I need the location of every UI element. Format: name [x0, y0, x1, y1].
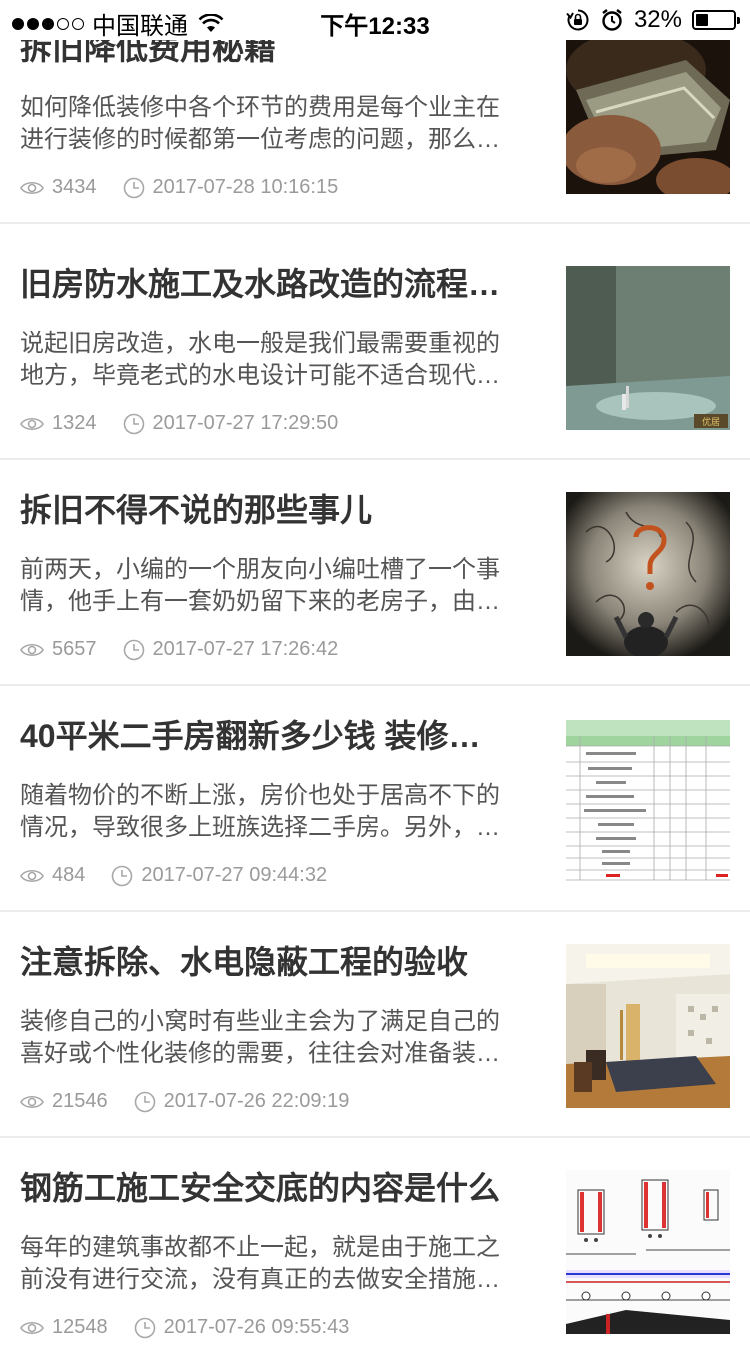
publish-time: 2017-07-26 22:09:19: [163, 1090, 350, 1112]
article-thumbnail[interactable]: [566, 944, 730, 1108]
eye-icon: [20, 1321, 44, 1334]
eye-icon: [20, 1095, 44, 1108]
list-item[interactable]: 钢筋工施工安全交底的内容是什么 每年的建筑事故都不止一起，就是由于施工之前没有进…: [0, 1140, 750, 1364]
eye-icon: [20, 869, 44, 882]
image-watermark: 优居: [702, 416, 720, 428]
article-title: 40平米二手房翻新多少钱 装修…: [20, 718, 481, 754]
clock-icon: [134, 1317, 155, 1338]
article-summary: 说起旧房改造，水电一般是我们最需要重视的地方，毕竟老式的水电设计可能不适合现代…: [20, 330, 500, 389]
status-bar: 中国联通 下午12:33 32%: [0, 0, 750, 40]
article-summary: 装修自己的小窝时有些业主会为了满足自己的喜好或个性化装修的需要，往往会对准备装…: [20, 1008, 500, 1067]
status-bar-right: 32%: [566, 6, 740, 34]
view-count: 12548: [52, 1316, 108, 1338]
article-meta: 5657 2017-07-27 17:26:42: [20, 638, 338, 661]
article-title: 拆旧不得不说的那些事儿: [20, 492, 373, 528]
article-thumbnail[interactable]: [566, 492, 730, 656]
publish-time: 2017-07-27 17:29:50: [152, 412, 339, 434]
eye-icon: [20, 417, 44, 430]
publish-time: 2017-07-26 09:55:43: [163, 1316, 350, 1338]
list-item[interactable]: 40平米二手房翻新多少钱 装修… 随着物价的不断上涨，房价也处于居高不下的情况，…: [0, 688, 750, 912]
list-item[interactable]: 注意拆除、水电隐蔽工程的验收 装修自己的小窝时有些业主会为了满足自己的喜好或个性…: [0, 914, 750, 1138]
article-meta: 484 2017-07-27 09:44:32: [20, 864, 327, 887]
battery-percentage: 32%: [633, 6, 682, 33]
view-count: 21546: [52, 1090, 108, 1112]
clock-icon: [134, 1091, 155, 1112]
article-thumbnail[interactable]: 优居: [566, 266, 730, 430]
article-title: 钢筋工施工安全交底的内容是什么: [20, 1170, 501, 1206]
article-title: 旧房防水施工及水路改造的流程…: [20, 266, 501, 302]
publish-time: 2017-07-27 09:44:32: [141, 864, 328, 886]
clock-icon: [123, 639, 144, 660]
view-count: 484: [52, 864, 86, 886]
article-summary: 每年的建筑事故都不止一起，就是由于施工之前没有进行交流，没有真正的去做安全措施…: [20, 1234, 500, 1293]
view-count: 5657: [52, 638, 97, 660]
article-meta: 3434 2017-07-28 10:16:15: [20, 176, 338, 199]
view-count: 3434: [52, 176, 97, 198]
eye-icon: [20, 181, 44, 194]
eye-icon: [20, 643, 44, 656]
clock-icon: [123, 413, 144, 434]
clock-icon: [112, 865, 133, 886]
rotation-lock-icon: [566, 9, 589, 31]
battery-icon: [692, 10, 740, 30]
article-thumbnail[interactable]: [566, 1170, 730, 1334]
article-summary: 前两天，小编的一个朋友向小编吐槽了一个事情，他手上有一套奶奶留下来的老房子，由…: [20, 556, 500, 615]
publish-time: 2017-07-27 17:26:42: [152, 638, 339, 660]
list-item[interactable]: 旧房防水施工及水路改造的流程… 说起旧房改造，水电一般是我们最需要重视的地方，毕…: [0, 236, 750, 460]
clock-icon: [123, 177, 144, 198]
publish-time: 2017-07-28 10:16:15: [152, 176, 339, 198]
article-summary: 随着物价的不断上涨，房价也处于居高不下的情况，导致很多上班族选择二手房。另外，…: [20, 782, 500, 841]
article-summary: 如何降低装修中各个环节的费用是每个业主在进行装修的时候都第一位考虑的问题，那么…: [20, 94, 500, 153]
article-thumbnail[interactable]: [566, 718, 730, 882]
article-meta: 12548 2017-07-26 09:55:43: [20, 1316, 349, 1339]
article-title: 注意拆除、水电隐蔽工程的验收: [20, 944, 469, 980]
list-item[interactable]: 拆旧不得不说的那些事儿 前两天，小编的一个朋友向小编吐槽了一个事情，他手上有一套…: [0, 462, 750, 686]
article-thumbnail[interactable]: [566, 30, 730, 194]
article-meta: 1324 2017-07-27 17:29:50: [20, 412, 338, 435]
article-meta: 21546 2017-07-26 22:09:19: [20, 1090, 349, 1113]
alarm-icon: [602, 9, 622, 31]
view-count: 1324: [52, 412, 97, 434]
